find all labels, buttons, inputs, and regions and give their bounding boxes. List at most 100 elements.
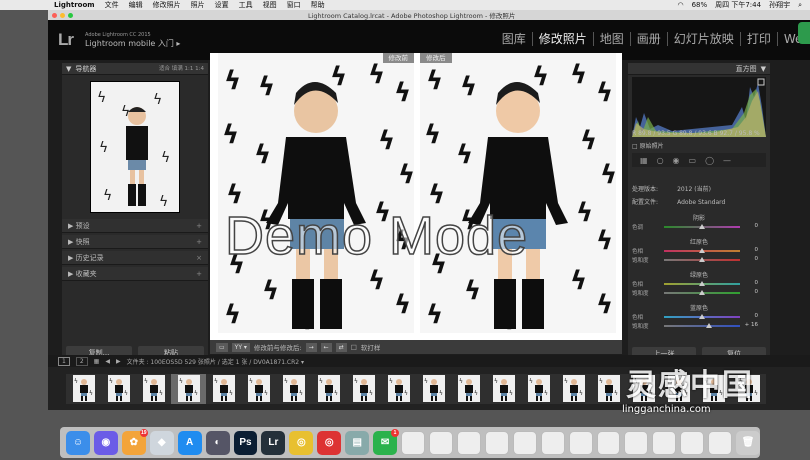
filmstrip-thumbnail[interactable]: ϟϟ [346, 373, 381, 404]
search-icon[interactable]: ⌕ [798, 0, 802, 10]
navigator-preview[interactable]: ϟϟϟϟϟϟϟ [90, 81, 180, 213]
screen-2-button[interactable]: 2 [75, 356, 88, 366]
doc6-icon[interactable] [540, 430, 565, 455]
after-image[interactable]: ϟϟϟϟ ϟϟϟϟ ϟϟϟϟ ϟϟϟϟ ϟϟϟ 修改后 [420, 53, 616, 333]
collections-section[interactable]: ▶ 收藏夹 + [62, 267, 208, 281]
module-print[interactable]: 打印 [741, 32, 778, 46]
filmstrip-thumbnail[interactable]: ϟϟ [556, 373, 591, 404]
slider-knob[interactable] [706, 323, 712, 328]
slider-value[interactable]: 0 [755, 256, 759, 262]
slider-knob[interactable] [699, 257, 705, 262]
highlight-clipping-icon[interactable] [757, 78, 765, 86]
histogram[interactable] [632, 77, 766, 137]
filmstrip-thumbnail[interactable]: ϟϟ [171, 373, 206, 404]
wifi-icon[interactable]: ◠ [677, 0, 683, 10]
grid-view-icon[interactable]: ▦ [94, 358, 100, 365]
appstore-icon[interactable]: A [177, 430, 202, 455]
histogram-header[interactable]: 直方图 ▼ [628, 63, 770, 75]
launchpad-icon[interactable]: ◆ [149, 430, 174, 455]
before-after-view[interactable]: ϟϟϟϟ ϟϟϟϟ ϟϟϟϟ ϟϟϟϟ ϟϟϟ 修改前 ϟϟϟϟ ϟϟϟϟ [210, 53, 622, 353]
module-book[interactable]: 画册 [631, 32, 668, 46]
doc1-icon[interactable] [401, 430, 425, 455]
menu-window[interactable]: 窗口 [287, 0, 301, 10]
close-window-button[interactable] [52, 12, 57, 18]
filmstrip-thumbnail[interactable]: ϟϟ [311, 373, 346, 404]
filmstrip-thumbnail[interactable]: ϟϟ [521, 373, 556, 404]
back-arrow-icon[interactable]: ◀ [105, 358, 110, 365]
doc5-icon[interactable] [512, 430, 537, 455]
slider-knob[interactable] [699, 248, 705, 253]
loupe-view-icon[interactable]: ▭ [216, 342, 228, 352]
screen-1-button[interactable]: 1 [58, 356, 70, 366]
filmstrip-thumbnail[interactable]: ϟϟ [416, 373, 451, 404]
green-hue-slider[interactable]: 色相 0 [632, 280, 766, 288]
chrome-icon[interactable]: ◎ [289, 430, 314, 455]
filmstrip-thumbnail[interactable]: ϟϟ [381, 373, 416, 404]
menu-app[interactable]: Lightroom [54, 0, 95, 10]
module-library[interactable]: 图库 [496, 32, 533, 46]
slider-value[interactable]: 0 [755, 280, 759, 286]
menu-tools[interactable]: 工具 [239, 0, 253, 10]
slider-value[interactable]: 0 [755, 289, 759, 295]
before-image[interactable]: ϟϟϟϟ ϟϟϟϟ ϟϟϟϟ ϟϟϟϟ ϟϟϟ 修改前 [218, 53, 414, 333]
preview-icon[interactable]: ◐ [205, 430, 230, 455]
doc12-icon[interactable] [708, 430, 733, 455]
swap-before-after-button[interactable]: ⇄ [335, 342, 347, 352]
photo-app-icon[interactable]: ▤ [345, 430, 370, 455]
red-eye-icon[interactable]: ◉ [673, 156, 680, 165]
filmstrip-thumbnail[interactable]: ϟϟ [451, 373, 486, 404]
photos-icon[interactable]: ✿ 19 [121, 428, 148, 455]
filmstrip-thumbnail[interactable]: ϟϟ [66, 373, 101, 404]
add-snapshot-icon[interactable]: + [196, 235, 202, 249]
red-hue-slider[interactable]: 色相 0 [632, 247, 766, 255]
side-tab-button[interactable] [798, 22, 810, 44]
soft-proof-checkbox[interactable]: □ [351, 343, 357, 351]
module-slideshow[interactable]: 幻灯片放映 [668, 32, 741, 46]
profile-value[interactable]: Adobe Standard [677, 199, 725, 206]
zoom-window-button[interactable] [68, 12, 73, 18]
doc2-icon[interactable] [428, 430, 453, 455]
filmstrip-thumbnail[interactable]: ϟϟ [101, 373, 136, 404]
doc4-icon[interactable] [484, 430, 509, 455]
blue-hue-slider[interactable]: 色相 0 [632, 313, 766, 321]
slider-value[interactable]: 0 [755, 223, 759, 229]
slider-value[interactable]: 0 [755, 247, 759, 253]
navigator-header[interactable]: ▼ 导航器 适合 填满 1:1 1:4 [62, 63, 208, 75]
filmstrip-thumbnail[interactable]: ϟϟ [241, 373, 276, 404]
slider-value[interactable]: 0 [755, 313, 759, 319]
brush-icon[interactable]: — [723, 156, 731, 165]
forward-arrow-icon[interactable]: ▶ [116, 358, 121, 365]
graduated-filter-icon[interactable]: ▭ [689, 156, 697, 165]
navigator-zoom-options[interactable]: 适合 填满 1:1 1:4 [159, 63, 204, 74]
crop-tool-icon[interactable]: ▦ [640, 156, 648, 165]
mobile-link[interactable]: Lightroom mobile 入门 ▸ [85, 38, 180, 49]
clock[interactable]: 周四 下午7:44 [715, 0, 761, 10]
process-version-value[interactable]: 2012 (当前) [677, 186, 711, 193]
finder-icon[interactable]: ☺ [66, 430, 90, 455]
copy-after-to-before-button[interactable]: ← [320, 342, 332, 352]
lightroom-icon[interactable]: Lr [261, 430, 286, 455]
doc8-icon[interactable] [596, 430, 621, 455]
doc9-icon[interactable] [624, 430, 649, 455]
doc3-icon[interactable] [456, 430, 481, 455]
original-photo-checkbox[interactable]: □ 原始照片 [632, 141, 766, 150]
siri-icon[interactable]: ◉ [93, 430, 118, 455]
minimize-window-button[interactable] [60, 12, 65, 18]
menu-edit[interactable]: 编辑 [129, 0, 143, 10]
history-section[interactable]: ▶ 历史记录 × [62, 251, 208, 265]
menu-photo[interactable]: 照片 [191, 0, 205, 10]
menu-view[interactable]: 视图 [263, 0, 277, 10]
module-develop[interactable]: 修改照片 [533, 32, 594, 46]
user-name[interactable]: 孙翔宇 [769, 0, 790, 10]
slider-knob[interactable] [699, 314, 705, 319]
radial-filter-icon[interactable]: ◯ [705, 156, 714, 165]
filmstrip-thumbnail[interactable]: ϟϟ [486, 373, 521, 404]
doc7-icon[interactable] [568, 430, 593, 455]
copy-before-to-after-button[interactable]: → [305, 342, 317, 352]
battery-label[interactable]: 68% [692, 0, 708, 10]
add-preset-icon[interactable]: + [196, 219, 202, 233]
filmstrip-thumbnail[interactable]: ϟϟ [276, 373, 311, 404]
snapshots-section[interactable]: ▶ 快照 + [62, 235, 208, 249]
presets-section[interactable]: ▶ 预设 + [62, 219, 208, 233]
photoshop-icon[interactable]: Ps [233, 430, 258, 455]
